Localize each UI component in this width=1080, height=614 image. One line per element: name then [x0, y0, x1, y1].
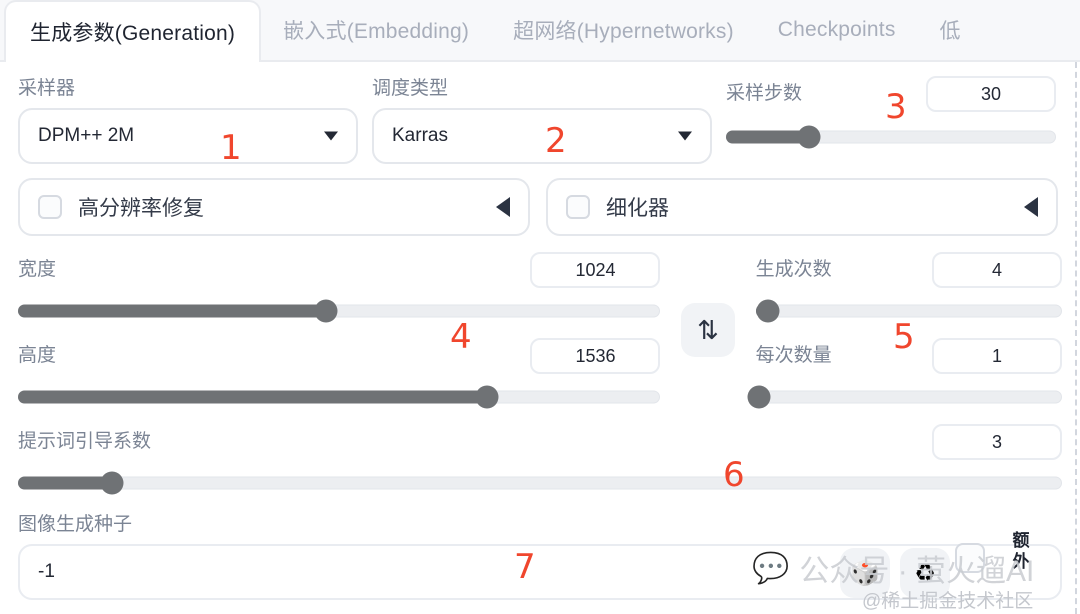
extra-seed-label-line2: 外	[1012, 552, 1030, 571]
sampler-value: DPM++ 2M	[38, 125, 135, 146]
hires-fix-label: 高分辨率修复	[78, 197, 204, 220]
slider-thumb[interactable]	[747, 385, 771, 409]
tab-lora[interactable]: 低	[918, 0, 983, 60]
tab-label: Checkpoints	[777, 18, 896, 41]
tab-hypernetworks[interactable]: 超网络(Hypernetworks)	[491, 0, 756, 60]
hires-fix-checkbox[interactable]	[38, 195, 62, 219]
batch-column: 生成次数 4 每次数量 1	[747, 252, 1062, 409]
tab-label: 超网络(Hypernetworks)	[513, 20, 734, 43]
extra-seed-toggle[interactable]	[955, 543, 985, 573]
width-slider[interactable]	[18, 299, 661, 323]
tab-embedding[interactable]: 嵌入式(Embedding)	[261, 0, 491, 60]
seed-label: 图像生成种子	[18, 514, 133, 535]
scheduler-select[interactable]: Karras	[372, 108, 712, 164]
scheduler-label: 调度类型	[372, 78, 449, 99]
sampling-steps-value[interactable]: 30	[926, 76, 1056, 112]
tab-label: 低	[939, 20, 961, 43]
height-field: 高度 1536	[18, 338, 661, 409]
width-height-column: 宽度 1024 高度 1536	[18, 252, 661, 409]
generation-panel-body: 采样器 DPM++ 2M 调度类型 Karras 采样步数 30 高分辨率修复 …	[0, 62, 1080, 614]
slider-thumb[interactable]	[100, 471, 124, 495]
slider-track	[755, 390, 1062, 404]
slider-thumb[interactable]	[756, 299, 780, 323]
extra-seed-checkbox[interactable]	[955, 543, 985, 573]
sampler-field: 采样器 DPM++ 2M	[18, 76, 358, 164]
sampler-row: 采样器 DPM++ 2M 调度类型 Karras 采样步数 30	[18, 76, 1062, 174]
batch-size-value[interactable]: 1	[932, 338, 1062, 374]
slider-track	[18, 476, 1062, 490]
stable-diffusion-generation-panel: 生成参数(Generation) 嵌入式(Embedding) 超网络(Hype…	[0, 0, 1080, 614]
randomize-seed-button[interactable]: 🎲	[840, 548, 890, 598]
height-slider[interactable]	[18, 385, 661, 409]
seed-value: -1	[38, 561, 55, 582]
hires-fix-accordion[interactable]: 高分辨率修复	[18, 178, 530, 236]
sampling-steps-slider[interactable]	[726, 125, 1056, 149]
slider-fill	[18, 476, 112, 490]
slider-track	[755, 304, 1062, 318]
height-label: 高度	[18, 345, 57, 366]
batch-count-slider[interactable]	[755, 299, 1062, 323]
cfg-scale-field: 提示词引导系数 3	[18, 424, 1062, 495]
recycle-icon: ♻	[914, 559, 936, 587]
sampler-select[interactable]: DPM++ 2M	[18, 108, 358, 164]
batch-count-field: 生成次数 4	[755, 252, 1062, 323]
chevron-down-icon[interactable]	[678, 131, 692, 141]
cfg-scale-label: 提示词引导系数	[18, 431, 152, 452]
sampling-steps-field: 采样步数 30	[726, 76, 1056, 149]
dice-icon: 🎲	[850, 559, 880, 587]
swap-dimensions-button[interactable]: ⇅	[681, 303, 736, 357]
slider-thumb[interactable]	[475, 385, 499, 409]
extra-seed-label-line1: 额	[1012, 531, 1030, 550]
width-field: 宽度 1024	[18, 252, 661, 323]
sampling-steps-label: 采样步数	[726, 83, 803, 104]
batch-count-label: 生成次数	[755, 259, 832, 280]
tab-label: 嵌入式(Embedding)	[283, 20, 470, 43]
reuse-seed-button[interactable]: ♻	[900, 548, 950, 598]
cfg-scale-value[interactable]: 3	[932, 424, 1062, 460]
batch-count-value[interactable]: 4	[932, 252, 1062, 288]
sampler-label: 采样器	[18, 78, 76, 99]
refiner-checkbox[interactable]	[566, 195, 590, 219]
width-value[interactable]: 1024	[530, 252, 661, 288]
tab-label: 生成参数(Generation)	[30, 22, 236, 45]
scheduler-field: 调度类型 Karras	[372, 76, 712, 164]
swap-dimensions-wrap: ⇅	[670, 252, 745, 408]
triangle-left-icon[interactable]	[1024, 197, 1038, 217]
slider-fill	[18, 304, 327, 318]
width-label: 宽度	[18, 259, 57, 280]
scheduler-value: Karras	[392, 125, 448, 146]
height-value[interactable]: 1536	[530, 338, 661, 374]
refiner-accordion[interactable]: 细化器	[546, 178, 1058, 236]
tab-bar: 生成参数(Generation) 嵌入式(Embedding) 超网络(Hype…	[0, 0, 1080, 62]
refiner-label: 细化器	[606, 197, 669, 220]
slider-thumb[interactable]	[797, 125, 820, 149]
tab-generation[interactable]: 生成参数(Generation)	[4, 0, 262, 62]
triangle-left-icon[interactable]	[496, 197, 510, 217]
chevron-down-icon[interactable]	[324, 131, 338, 141]
batch-size-label: 每次数量	[755, 345, 832, 366]
accordion-row: 高分辨率修复 细化器	[18, 178, 1062, 236]
cfg-scale-slider[interactable]	[18, 471, 1062, 495]
extra-seed-label: 额 外	[1004, 530, 1038, 572]
batch-size-slider[interactable]	[747, 385, 1062, 409]
slider-thumb[interactable]	[314, 299, 338, 323]
slider-fill	[18, 390, 487, 404]
tab-checkpoints[interactable]: Checkpoints	[756, 0, 918, 60]
batch-size-field: 每次数量 1	[747, 338, 1062, 409]
swap-vertical-icon: ⇅	[697, 314, 719, 345]
dimensions-row: 宽度 1024 高度 1536 ⇅ 生成次数 4 每次数量 1	[18, 252, 1062, 409]
